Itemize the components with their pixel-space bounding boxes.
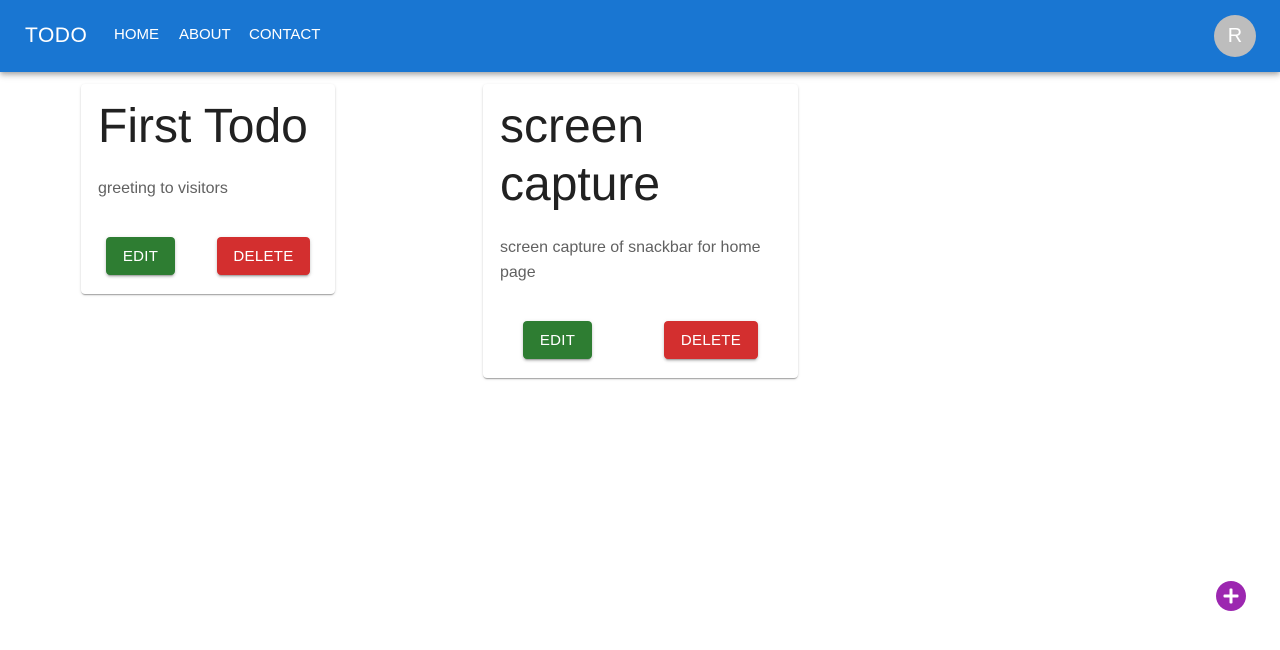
- todo-title-line: screen: [500, 100, 645, 153]
- add-todo-button[interactable]: [1216, 581, 1246, 611]
- nav-contact-link[interactable]: CONTACT: [249, 26, 320, 44]
- todo-description-line: screen capture of snackbar for home: [500, 239, 761, 256]
- todo-title-line: capture: [500, 158, 661, 211]
- delete-button[interactable]: DELETE: [664, 321, 758, 359]
- todo-description: screen capture of snackbar for home page: [500, 235, 761, 285]
- add-icon: [1223, 588, 1239, 604]
- todo-card: screen capture screen capture of snackba…: [483, 84, 798, 378]
- todo-title: screen capture: [500, 98, 660, 214]
- delete-button[interactable]: DELETE: [217, 237, 310, 275]
- user-avatar[interactable]: R: [1214, 15, 1256, 57]
- edit-button[interactable]: EDIT: [523, 321, 592, 359]
- app-brand[interactable]: TODO: [25, 23, 87, 49]
- todo-description-line: page: [500, 264, 536, 281]
- nav-about-link[interactable]: ABOUT: [179, 26, 231, 44]
- todo-title: First Todo: [98, 100, 308, 153]
- todo-card: First Todo greeting to visitors EDIT DEL…: [81, 84, 335, 294]
- nav-home-link[interactable]: HOME: [114, 26, 159, 44]
- todo-description: greeting to visitors: [98, 180, 228, 197]
- app-bar: TODO HOME ABOUT CONTACT R: [0, 0, 1280, 72]
- edit-button[interactable]: EDIT: [106, 237, 175, 275]
